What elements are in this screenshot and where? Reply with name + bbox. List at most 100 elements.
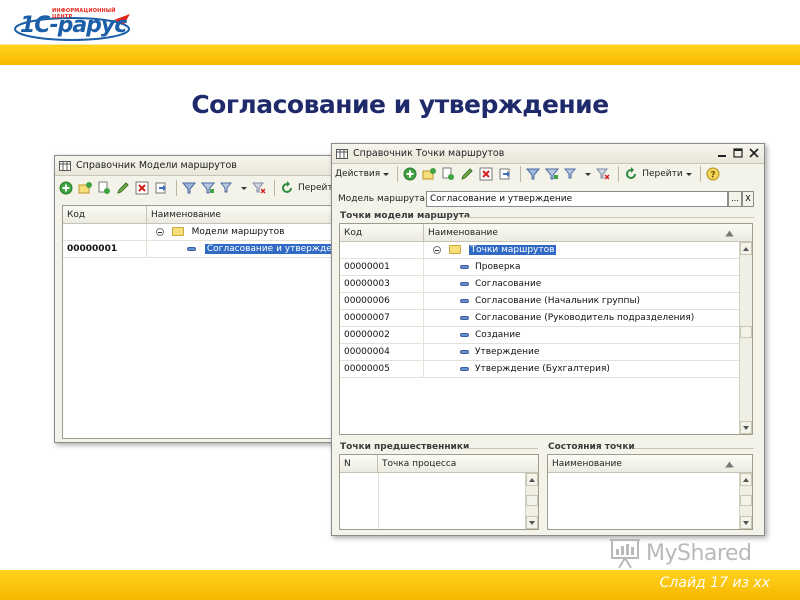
item-icon (460, 349, 469, 354)
actions-menu[interactable]: Действия (335, 169, 390, 179)
filter-icon[interactable] (181, 180, 197, 196)
goto-label: Перейти (642, 169, 683, 179)
model-clear-button[interactable]: X (742, 191, 754, 207)
filter-history-dropdown-icon[interactable] (585, 172, 592, 176)
filter-icon[interactable] (525, 166, 541, 182)
column-header-name[interactable]: Наименование (424, 224, 740, 242)
column-header-code[interactable]: Код (340, 224, 424, 242)
help-icon[interactable]: ? (705, 166, 721, 182)
delete-icon[interactable] (134, 180, 150, 196)
group-row[interactable]: Точки маршрутов (340, 242, 739, 259)
column-header-code[interactable]: Код (63, 206, 147, 224)
models-window-titlebar: Справочник Модели маршрутов (55, 156, 353, 176)
row-name: Утверждение (475, 347, 540, 357)
collapse-icon[interactable] (432, 245, 441, 254)
filter-history-icon[interactable] (219, 180, 235, 196)
refresh-icon[interactable] (623, 166, 639, 182)
minimize-icon[interactable] (716, 147, 728, 159)
sort-asc-icon[interactable] (725, 461, 734, 471)
scroll-down-icon[interactable] (740, 421, 752, 434)
row-name: Согласование (475, 279, 542, 289)
points-scrollbar[interactable] (739, 242, 752, 434)
slide: ИНФОРМАЦИОННЫЙ ЦЕНТР 1С-рарус Согласован… (0, 0, 800, 600)
move-to-group-icon[interactable] (497, 166, 513, 182)
states-grid-header: Наименование (548, 455, 752, 473)
row-name: Согласование (Начальник группы) (475, 296, 641, 306)
scroll-thumb[interactable] (740, 495, 752, 506)
clear-filter-icon[interactable] (251, 180, 267, 196)
copy-icon[interactable] (440, 166, 456, 182)
row-code: 00000005 (340, 361, 424, 378)
row-name: Создание (475, 330, 521, 340)
item-icon (460, 298, 469, 303)
table-row[interactable]: 00000002 Создание (340, 327, 739, 344)
scroll-thumb[interactable] (740, 326, 752, 338)
scroll-up-icon[interactable] (740, 242, 752, 255)
item-icon (187, 246, 196, 251)
models-grid: Код Наименование Модели маршрутов 000000… (62, 205, 354, 439)
maximize-icon[interactable] (732, 147, 744, 159)
scroll-up-icon[interactable] (526, 473, 538, 486)
sort-asc-icon[interactable] (725, 230, 734, 240)
edit-icon[interactable] (115, 180, 131, 196)
item-icon (460, 264, 469, 269)
model-field-input[interactable]: Согласование и утверждение (426, 191, 728, 207)
top-bar: ИНФОРМАЦИОННЫЙ ЦЕНТР 1С-рарус (0, 0, 800, 44)
filter-history-icon[interactable] (563, 166, 579, 182)
scroll-down-icon[interactable] (740, 516, 752, 529)
scroll-thumb[interactable] (526, 495, 538, 506)
table-row[interactable]: 00000006 Согласование (Начальник группы) (340, 293, 739, 310)
group-row[interactable]: Модели маршрутов (63, 224, 353, 241)
filter-by-value-icon[interactable] (544, 166, 560, 182)
table-row[interactable]: 00000004 Утверждение (340, 344, 739, 361)
add-icon[interactable] (402, 166, 418, 182)
table-row[interactable]: 00000007 Согласование (Руководитель подр… (340, 310, 739, 327)
table-row[interactable]: 00000001 Согласование и утверждение (63, 241, 353, 258)
table-row[interactable]: 00000005 Утверждение (Бухгалтерия) (340, 361, 739, 378)
points-window: Справочник Точки маршрутов Действия Пере… (331, 143, 765, 536)
points-window-title: Справочник Точки маршрутов (353, 148, 505, 159)
scroll-up-icon[interactable] (740, 473, 752, 486)
move-to-group-icon[interactable] (153, 180, 169, 196)
refresh-icon[interactable] (279, 180, 295, 196)
column-header-name[interactable]: Наименование (548, 455, 740, 473)
column-header-number[interactable]: N (340, 455, 378, 473)
myshared-watermark: MyShared (608, 536, 752, 570)
copy-icon[interactable] (96, 180, 112, 196)
delete-icon[interactable] (478, 166, 494, 182)
slide-title: Согласование и утверждение (191, 90, 609, 119)
folder-icon (171, 227, 184, 236)
clear-filter-icon[interactable] (595, 166, 611, 182)
points-toolbar: Действия Перейти ? (332, 163, 764, 185)
table-row[interactable]: 00000003 Согласование (340, 276, 739, 293)
points-window-titlebar: Справочник Точки маршрутов (332, 144, 764, 164)
column-header-process-point[interactable]: Точка процесса (378, 455, 526, 473)
predecessors-scrollbar[interactable] (525, 473, 538, 529)
item-icon (460, 332, 469, 337)
presentation-board-icon (610, 539, 640, 569)
close-icon[interactable] (748, 147, 760, 159)
add-icon[interactable] (58, 180, 74, 196)
add-group-icon[interactable] (421, 166, 437, 182)
states-scrollbar[interactable] (739, 473, 752, 529)
row-code: 00000002 (340, 327, 424, 344)
row-code: 00000007 (340, 310, 424, 327)
goto-menu[interactable]: Перейти (642, 169, 692, 179)
scroll-down-icon[interactable] (526, 516, 538, 529)
row-code: 00000003 (340, 276, 424, 293)
collapse-icon[interactable] (155, 227, 164, 236)
models-grid-header: Код Наименование (63, 206, 353, 224)
model-select-button[interactable]: ... (728, 191, 742, 207)
row-name: Согласование (Руководитель подразделения… (475, 313, 695, 323)
column-header-name[interactable]: Наименование (147, 206, 355, 224)
filter-history-dropdown-icon[interactable] (241, 186, 247, 190)
table-row[interactable]: 00000001 Проверка (340, 259, 739, 276)
states-grid: Наименование (547, 454, 753, 530)
goto-dropdown-icon (685, 172, 692, 176)
filter-by-value-icon[interactable] (200, 180, 216, 196)
predecessors-grid: N Точка процесса (339, 454, 539, 530)
add-group-icon[interactable] (77, 180, 93, 196)
models-window: Справочник Модели маршрутов Перейти Код … (54, 155, 354, 443)
watermark-text: MyShared (646, 540, 752, 566)
edit-icon[interactable] (459, 166, 475, 182)
